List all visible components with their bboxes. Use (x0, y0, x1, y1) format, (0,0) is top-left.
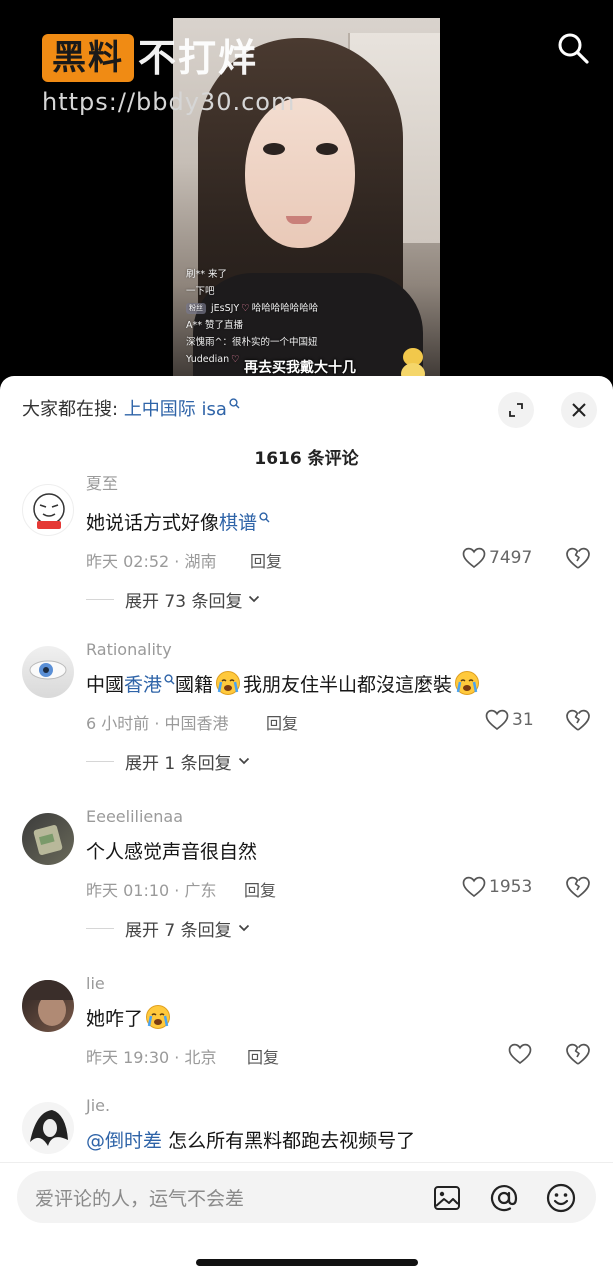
live-comment: A** 赞了直播 (186, 320, 244, 331)
search-icon[interactable] (556, 31, 590, 65)
image-icon[interactable] (432, 1183, 462, 1213)
crying-emoji-icon (216, 671, 241, 695)
like-count: 31 (512, 710, 534, 730)
comment-username[interactable]: Rationality (86, 640, 172, 659)
reply-button[interactable]: 回复 (244, 877, 276, 901)
chevron-down-icon (238, 757, 249, 765)
comment-text: @倒时差 怎么所有黑料都跑去视频号了 (86, 1130, 416, 1152)
crying-emoji-icon (146, 1005, 171, 1029)
comment-text: 个人感觉声音很自然 (86, 841, 258, 863)
reply-button[interactable]: 回复 (266, 710, 298, 734)
comment-meta: 昨天 19:30 · 北京 (86, 1048, 217, 1067)
broken-heart-icon[interactable] (565, 545, 591, 571)
divider (86, 598, 114, 600)
avatar[interactable] (22, 980, 74, 1032)
comment-input-bar: 爱评论的人，运气不会差 (0, 1162, 613, 1280)
comment-count: 1616 条评论 (254, 449, 359, 469)
avatar[interactable] (22, 484, 74, 536)
heart-icon: ♡ (231, 354, 240, 365)
like-button[interactable]: 1953 (462, 873, 532, 901)
divider (86, 927, 114, 929)
broken-heart-icon[interactable] (565, 707, 591, 733)
comment-meta: 6 小时前 · 中国香港 (86, 714, 229, 733)
trending-search[interactable]: 大家都在搜: 上中国际 isa (22, 396, 422, 424)
home-indicator[interactable] (196, 1259, 418, 1266)
heart-icon (508, 1043, 532, 1065)
watermark-badge: 黑料 (42, 34, 134, 82)
crying-emoji-icon (455, 671, 480, 695)
like-count: 1953 (489, 877, 533, 897)
comment-sheet: 大家都在搜: 上中国际 isa 1616 条评论 夏至 她说话方式好像棋谱 昨天… (0, 376, 613, 1280)
comment-text: 她说话方式好像棋谱 (86, 508, 270, 538)
heart-icon: ♡ (241, 303, 250, 314)
avatar[interactable] (22, 1102, 74, 1154)
live-comment: 刷** 来了 (186, 269, 228, 280)
chevron-down-icon (249, 595, 260, 603)
live-comment: 一下吧 (186, 286, 215, 297)
fullscreen-button[interactable] (498, 392, 534, 428)
comment-meta: 昨天 02:52 · 湖南 (86, 552, 217, 571)
comment-text: 她咋了 (86, 1004, 173, 1034)
search-icon (259, 512, 270, 523)
live-comment: 深愧雨^：很朴实的一个中国妞 (186, 337, 318, 348)
broken-heart-icon[interactable] (565, 874, 591, 900)
video-subtitle: 再去买我戴大十几 (244, 360, 356, 376)
chevron-down-icon (238, 924, 249, 932)
heart-icon (462, 547, 486, 569)
comment-mention[interactable]: @倒时差 (86, 1130, 162, 1152)
streamer-face (245, 98, 355, 248)
like-button[interactable]: 7497 (462, 544, 532, 572)
expand-icon (509, 403, 523, 417)
expand-replies[interactable]: 展开 73 条回复 (86, 588, 260, 612)
broken-heart-icon[interactable] (565, 1041, 591, 1067)
comment-username[interactable]: Eeeelilienaa (86, 807, 183, 826)
close-button[interactable] (561, 392, 597, 428)
watermark-text: 不打烊 (138, 36, 259, 80)
heart-icon (485, 709, 509, 731)
at-mention-icon[interactable] (488, 1182, 520, 1214)
search-icon (229, 398, 240, 409)
fan-badge: 粉丝 (186, 303, 206, 314)
emoji-icon[interactable] (545, 1182, 577, 1214)
close-icon (572, 403, 586, 417)
divider (86, 760, 114, 762)
watermark-url: https://bbdy30.com (42, 88, 296, 116)
search-icon (164, 674, 175, 685)
expand-replies[interactable]: 展开 1 条回复 (86, 750, 250, 774)
comment-username[interactable]: 夏至 (86, 470, 118, 494)
video-player[interactable]: 刷** 来了 一下吧 粉丝 jEsSJY ♡ 哈哈哈哈哈哈哈 A** 赞了直播 深愧雨… (0, 0, 613, 400)
like-count: 7497 (489, 548, 533, 568)
reply-button[interactable]: 回复 (247, 1044, 279, 1068)
streamer-eye (263, 143, 285, 155)
reply-button[interactable]: 回复 (250, 548, 282, 572)
comment-input[interactable]: 爱评论的人，运气不会差 (17, 1171, 596, 1223)
live-comment: 粉丝 jEsSJY ♡ 哈哈哈哈哈哈哈 (186, 300, 426, 317)
expand-replies[interactable]: 展开 7 条回复 (86, 917, 250, 941)
like-button[interactable]: 31 (485, 706, 534, 734)
comment-meta: 昨天 01:10 · 广东 (86, 881, 217, 900)
comment-text: 中國香港 國籍 我朋友住半山都沒這麼裝 (86, 670, 482, 700)
comment-search-link[interactable]: 棋谱 (219, 512, 257, 534)
comment-username[interactable]: lie (86, 974, 105, 993)
comment-search-link[interactable]: 香港 (124, 674, 162, 696)
watermark-logo: 黑料 不打烊 https://bbdy30.com (42, 34, 294, 116)
avatar[interactable] (22, 813, 74, 865)
streamer-eye (316, 143, 338, 155)
like-button[interactable] (508, 1040, 532, 1068)
trending-search-term[interactable]: 上中国际 isa (124, 399, 227, 420)
streamer-mouth (286, 216, 312, 224)
heart-icon (462, 876, 486, 898)
trending-search-label: 大家都在搜: (22, 399, 119, 420)
comment-username[interactable]: Jie. (86, 1096, 110, 1115)
live-comment-list: 刷** 来了 一下吧 粉丝 jEsSJY ♡ 哈哈哈哈哈哈哈 A** 赞了直播 深愧雨… (186, 266, 426, 368)
comment-input-placeholder: 爱评论的人，运气不会差 (35, 1188, 245, 1210)
avatar[interactable] (22, 646, 74, 698)
